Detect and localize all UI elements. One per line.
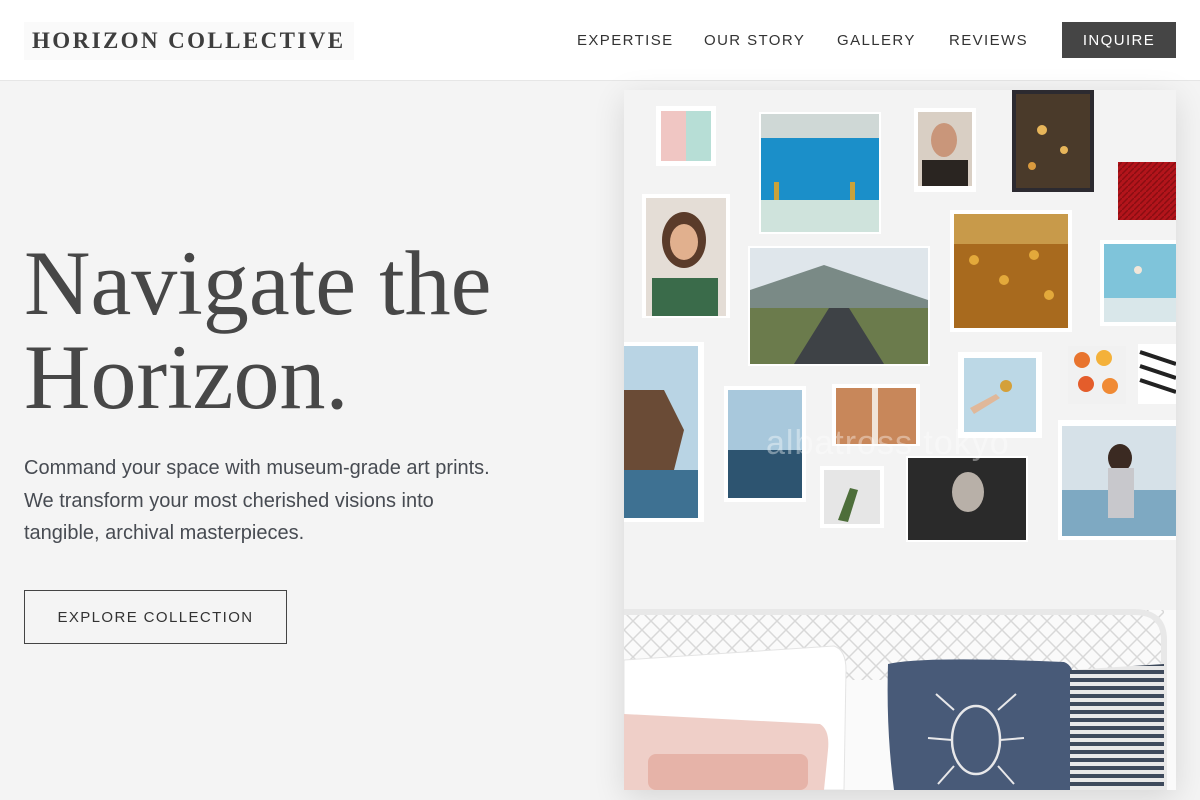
hero-description: Command your space with museum-grade art… bbox=[24, 457, 490, 544]
image-watermark: albatross tokyo bbox=[766, 424, 1010, 462]
nav-our-story[interactable]: OUR STORY bbox=[704, 22, 805, 58]
nav-reviews[interactable]: REVIEWS bbox=[949, 22, 1028, 58]
hero-title-line-1: Navigate the bbox=[24, 232, 492, 334]
nav-expertise[interactable]: EXPERTISE bbox=[577, 22, 674, 58]
hero-title-line-2: Horizon. bbox=[24, 326, 349, 428]
brand-logo[interactable]: HORIZON COLLECTIVE bbox=[24, 22, 354, 60]
hero-gallery-wall-photo: albatross tokyo bbox=[624, 90, 1176, 790]
inquire-button[interactable]: INQUIRE bbox=[1062, 22, 1176, 58]
site-header: HORIZON COLLECTIVE EXPERTISE OUR STORY G… bbox=[0, 0, 1200, 81]
hero-title: Navigate the Horizon. bbox=[24, 236, 584, 424]
explore-collection-button[interactable]: EXPLORE COLLECTION bbox=[24, 590, 287, 644]
nav-gallery[interactable]: GALLERY bbox=[837, 22, 916, 58]
